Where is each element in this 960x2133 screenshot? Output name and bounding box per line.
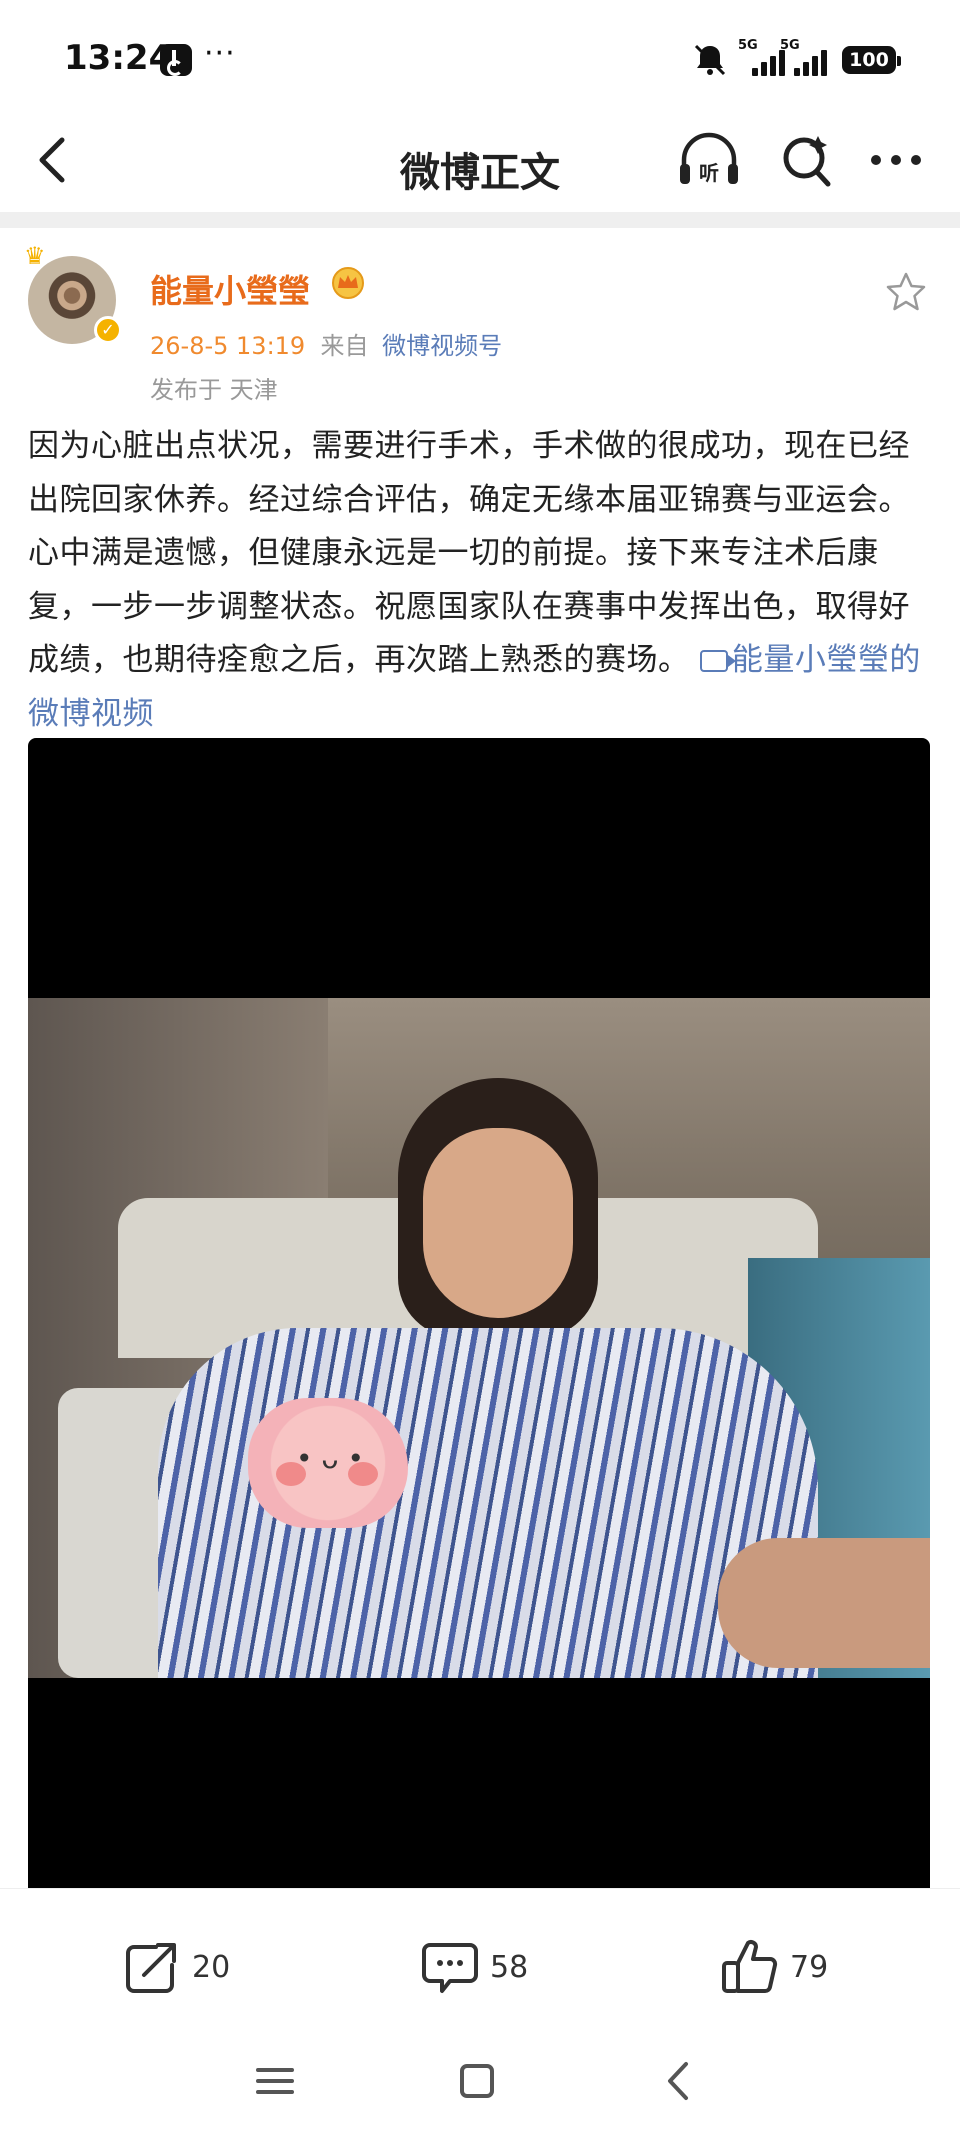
title-bar: 微博正文 听	[0, 110, 960, 210]
system-nav-bar	[0, 2030, 960, 2133]
listen-icon[interactable]: 听	[676, 130, 742, 190]
video-overlay	[28, 1828, 930, 1888]
mute-icon	[694, 44, 726, 76]
comment-icon	[422, 1943, 478, 1993]
repost-button[interactable]: 20	[122, 1939, 230, 1995]
video-frame[interactable]: • ᴗ •	[28, 998, 930, 1678]
post-meta: 26-8-5 13:19 来自 微博视频号	[150, 326, 502, 361]
status-time: 13:24	[64, 38, 173, 78]
status-more-icon: ···	[204, 36, 236, 71]
post-body: 因为心脏出点状况，需要进行手术，手术做的很成功，现在已经出院回家休养。经过综合评…	[28, 428, 910, 678]
from-label: 来自	[320, 332, 369, 360]
listen-label: 听	[699, 161, 719, 185]
repost-count: 20	[192, 1949, 231, 1985]
post-text: 因为心脏出点状况，需要进行手术，手术做的很成功，现在已经出院回家休养。经过综合评…	[28, 420, 928, 741]
network-type: 5G	[780, 38, 800, 53]
section-divider	[0, 212, 960, 228]
like-button[interactable]: 79	[720, 1939, 828, 1995]
username[interactable]: 能量小瑩瑩	[150, 266, 310, 312]
striped-shirt	[158, 1328, 818, 1678]
vip-crown-icon	[332, 267, 364, 299]
comment-count: 58	[490, 1949, 529, 1985]
post-date: 26-8-5 13:19	[150, 332, 306, 360]
comment-button[interactable]: 58	[420, 1939, 528, 1995]
repost-icon	[126, 1943, 176, 1993]
action-bar: 20 58 79	[0, 1888, 960, 2030]
like-count: 79	[790, 1949, 829, 1985]
star-icon[interactable]	[884, 270, 928, 314]
menu-icon[interactable]	[250, 2056, 300, 2106]
search-icon[interactable]	[778, 130, 834, 190]
post-location: 发布于 天津	[150, 376, 278, 404]
network-type: 5G	[738, 38, 758, 53]
post-source[interactable]: 微博视频号	[382, 332, 502, 360]
thumbs-up-icon	[722, 1940, 778, 1993]
back-nav-icon[interactable]	[654, 2056, 704, 2106]
verified-icon: ✓	[94, 316, 122, 344]
more-icon[interactable]	[866, 136, 926, 184]
douyin-icon	[160, 44, 192, 76]
status-bar: 13:24 ··· 5G 5G 100	[0, 0, 960, 110]
video-player[interactable]: • ᴗ •	[28, 738, 930, 1888]
avatar-wrap[interactable]: ♛ ✓	[24, 242, 122, 344]
cloud-sticker: • ᴗ •	[248, 1398, 408, 1528]
signal-icon: 5G	[780, 38, 836, 76]
crown-icon: ♛	[24, 242, 46, 270]
home-icon[interactable]	[452, 2056, 502, 2106]
video-camera-icon	[699, 650, 736, 672]
battery-icon: 100	[842, 46, 901, 74]
